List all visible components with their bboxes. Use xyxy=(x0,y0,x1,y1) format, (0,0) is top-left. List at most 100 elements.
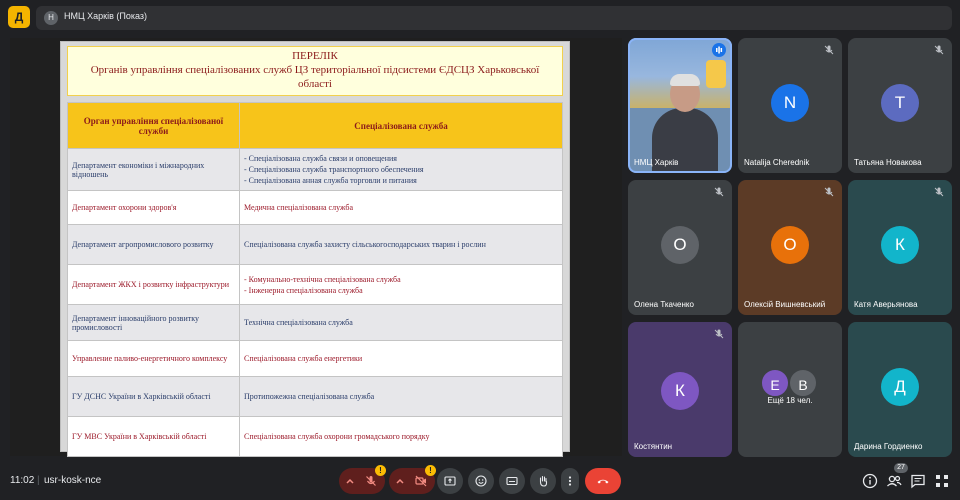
table-row: Департамент агропромислового розвитку Сп… xyxy=(67,224,563,265)
participant-name: Natalija Cherednik xyxy=(744,158,810,167)
mic-off-icon xyxy=(822,185,836,199)
avatar: К xyxy=(881,226,919,264)
chat-button[interactable] xyxy=(909,472,927,490)
window-title-bar: Н НМЦ Харків (Показ) xyxy=(36,6,952,30)
participant-name: Олена Ткаченко xyxy=(634,300,694,309)
camera-button[interactable]: ! xyxy=(389,465,436,494)
participant-name: Олексій Вишневський xyxy=(744,300,826,309)
people-icon xyxy=(887,475,902,487)
more-participants-label: Ещё 18 чел. xyxy=(767,396,813,405)
participant-name: НМЦ Харків xyxy=(634,158,679,167)
service-line: - Спеціалізована анная служба торговли и… xyxy=(244,176,417,185)
participants-grid: НМЦ Харків N Natalija Cherednik T Татьян… xyxy=(628,38,954,457)
people-button[interactable] xyxy=(885,472,903,490)
participant-tile[interactable]: О Олексій Вишневський xyxy=(738,180,842,315)
slide-subtitle: Органів управління спеціалізованих служб… xyxy=(90,64,540,90)
mic-off-icon xyxy=(822,43,836,57)
emoji-button[interactable] xyxy=(468,468,494,494)
meeting-code[interactable]: usr-kosk-nce xyxy=(44,475,101,486)
participant-name: Татьяна Новакова xyxy=(854,158,922,167)
avatar: О xyxy=(771,226,809,264)
avatar: Д xyxy=(881,368,919,406)
service-line: - Спеціалізована служба связи и оповещен… xyxy=(244,154,397,163)
service-line: - Спеціалізована служба транспортного об… xyxy=(244,165,424,174)
mic-warning-badge: ! xyxy=(375,465,386,476)
org-cell: Департамент ЖКХ і розвитку інфраструктур… xyxy=(67,264,240,305)
participant-tile[interactable]: К Костянтин xyxy=(628,322,732,457)
leave-call-button[interactable] xyxy=(585,468,621,494)
org-cell: Управление паливо-енергетичного комплекс… xyxy=(67,340,240,377)
mic-off-icon xyxy=(712,327,726,341)
meet-window: Д Н НМЦ Харків (Показ) ПЕРЕЛІК Органів у… xyxy=(0,0,960,500)
chevron-up-icon[interactable] xyxy=(395,474,405,488)
chat-icon xyxy=(911,474,925,489)
more-vert-icon xyxy=(568,476,572,486)
service-cell: Спеціалізована служба енергетики xyxy=(239,340,563,377)
service-cell: Спеціалізована служба охорони громадсько… xyxy=(239,416,563,457)
table-row: Департамент економіки і міжнародних відн… xyxy=(67,148,563,191)
table-row: Управление паливо-енергетичного комплекс… xyxy=(67,340,563,377)
meeting-details-button[interactable] xyxy=(861,472,879,490)
more-participants-tile[interactable]: Е В Ещё 18 чел. xyxy=(738,322,842,457)
org-cell: ГУ ДСНС України в Харківській області xyxy=(67,376,240,417)
participant-video xyxy=(628,38,732,173)
presentation-area: ПЕРЕЛІК Органів управління спеціалізован… xyxy=(10,38,622,457)
mic-off-icon xyxy=(932,185,946,199)
speaker-hair xyxy=(670,74,700,86)
service-line: - Комунально-технічна спеціалізована слу… xyxy=(244,274,401,284)
participant-tile-speaker[interactable]: НМЦ Харків xyxy=(628,38,732,173)
avatar: В xyxy=(788,368,818,398)
bottom-bar: 11:02 | usr-kosk-nce ! ! xyxy=(0,462,960,500)
column-header-service: Спеціалізована служба xyxy=(239,102,563,149)
table-row: ГУ МВС України в Харківській області Спе… xyxy=(67,416,563,457)
avatar: К xyxy=(661,372,699,410)
clock: 11:02 xyxy=(10,475,35,486)
service-cell: - Спеціалізована служба связи и оповещен… xyxy=(239,148,563,191)
service-cell: Медична спеціалізована служба xyxy=(239,190,563,225)
service-cell: Технічна спеціалізована служба xyxy=(239,304,563,341)
participants-count-badge: 27 xyxy=(894,463,908,473)
captions-icon xyxy=(506,476,518,486)
speaking-indicator-icon xyxy=(712,43,726,57)
org-cell: ГУ МВС України в Харківській області xyxy=(67,416,240,457)
mic-button[interactable]: ! xyxy=(339,465,386,494)
participant-tile[interactable]: N Natalija Cherednik xyxy=(738,38,842,173)
present-button[interactable] xyxy=(437,468,463,494)
avatar: N xyxy=(771,84,809,122)
table-row: Департамент охорони здоров'я Медична спе… xyxy=(67,190,563,225)
mic-off-icon xyxy=(366,476,376,486)
chevron-up-icon[interactable] xyxy=(345,474,355,488)
more-options-button[interactable] xyxy=(561,468,579,494)
participant-tile[interactable]: Д Дарина Гордиенко xyxy=(848,322,952,457)
participant-tile[interactable]: О Олена Ткаченко xyxy=(628,180,732,315)
activities-icon xyxy=(936,475,948,487)
mic-off-icon xyxy=(932,43,946,57)
raise-hand-button[interactable] xyxy=(530,468,556,494)
service-cell: Спеціалізована служба захисту сільського… xyxy=(239,224,563,265)
separator: | xyxy=(37,475,40,486)
videocam-off-icon xyxy=(415,475,427,487)
participant-name: Дарина Гордиенко xyxy=(854,442,923,451)
table-row: Департамент ЖКХ і розвитку інфраструктур… xyxy=(67,264,563,305)
table-row: ГУ ДСНС України в Харківській області Пр… xyxy=(67,376,563,417)
service-cell: Протипожежна спеціалізована служба xyxy=(239,376,563,417)
call-end-icon xyxy=(597,479,609,484)
presenter-avatar: Н xyxy=(44,11,58,25)
coat-of-arms-image xyxy=(706,60,726,88)
participant-name: Костянтин xyxy=(634,442,673,451)
participant-name: Катя Аверьянова xyxy=(854,300,918,309)
activities-button[interactable] xyxy=(933,472,951,490)
org-cell: Департамент охорони здоров'я xyxy=(67,190,240,225)
captions-button[interactable] xyxy=(499,468,525,494)
app-logo[interactable]: Д xyxy=(8,6,30,28)
participant-tile[interactable]: К Катя Аверьянова xyxy=(848,180,952,315)
raise-hand-icon xyxy=(539,475,548,487)
services-table: Орган управління спеціалізованої служби … xyxy=(67,102,563,457)
org-cell: Департамент економіки і міжнародних відн… xyxy=(67,148,240,191)
service-line: - Інженерна спеціалізована служба xyxy=(244,285,363,295)
emoji-icon xyxy=(475,475,487,487)
mic-off-icon xyxy=(712,185,726,199)
column-header-org: Орган управління спеціалізованої служби xyxy=(67,102,240,149)
info-icon xyxy=(862,473,878,489)
participant-tile[interactable]: T Татьяна Новакова xyxy=(848,38,952,173)
